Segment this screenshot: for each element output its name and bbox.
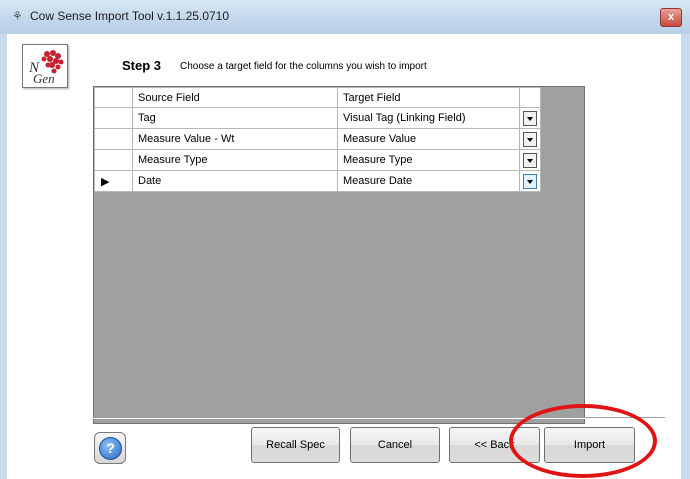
close-button[interactable]: x <box>660 8 682 27</box>
target-field-dropdown[interactable] <box>519 107 541 129</box>
target-field-dropdown[interactable] <box>519 149 541 171</box>
row-selector[interactable] <box>94 149 133 171</box>
dialog-body: N Gen Step 3 Choose a target field for t… <box>7 34 681 479</box>
help-button[interactable]: ? <box>94 432 126 464</box>
column-header-source[interactable]: Source Field <box>132 87 338 108</box>
row-header-corner <box>94 87 133 108</box>
chevron-down-icon[interactable] <box>523 110 537 126</box>
row-selector[interactable] <box>94 107 133 129</box>
window-frame-right <box>681 34 690 479</box>
target-field-cell[interactable]: Measure Date <box>337 170 520 192</box>
title-bar: ⚘ Cow Sense Import Tool v.1.1.25.0710 x <box>0 0 690 35</box>
target-field-cell[interactable]: Measure Value <box>337 128 520 150</box>
svg-text:Gen: Gen <box>33 71 55 86</box>
cancel-button[interactable]: Cancel <box>350 427 440 463</box>
app-icon: ⚘ <box>12 9 23 23</box>
chevron-down-icon[interactable] <box>523 173 537 189</box>
column-header-dropdown <box>519 87 541 108</box>
source-field-cell[interactable]: Tag <box>132 107 338 129</box>
current-row-indicator-icon[interactable]: ▶ <box>94 170 133 192</box>
help-icon: ? <box>99 437 122 460</box>
recall-spec-button[interactable]: Recall Spec <box>251 427 340 463</box>
field-mapping-grid[interactable]: Source Field Target Field Tag Visual Tag… <box>93 86 585 424</box>
column-header-target[interactable]: Target Field <box>337 87 520 108</box>
table-row[interactable]: Tag Visual Tag (Linking Field) <box>94 107 541 129</box>
source-field-cell[interactable]: Measure Type <box>132 149 338 171</box>
step-description: Choose a target field for the columns yo… <box>180 61 427 72</box>
step-title: Step 3 <box>122 58 162 73</box>
chevron-down-icon[interactable] <box>523 152 537 168</box>
window-frame-left <box>0 34 7 479</box>
target-field-dropdown[interactable] <box>519 128 541 150</box>
table-row[interactable]: Measure Type Measure Type <box>94 149 541 171</box>
source-field-cell[interactable]: Date <box>132 170 338 192</box>
company-logo: N Gen <box>22 44 68 88</box>
chevron-down-icon[interactable] <box>523 131 537 147</box>
row-selector[interactable] <box>94 128 133 150</box>
table-row[interactable]: Measure Value - Wt Measure Value <box>94 128 541 150</box>
target-field-cell[interactable]: Visual Tag (Linking Field) <box>337 107 520 129</box>
target-field-cell[interactable]: Measure Type <box>337 149 520 171</box>
target-field-dropdown[interactable] <box>519 170 541 192</box>
table-row-current[interactable]: ▶ Date Measure Date <box>94 170 541 192</box>
grid-header-row: Source Field Target Field <box>94 87 541 108</box>
window-title: Cow Sense Import Tool v.1.1.25.0710 <box>30 9 230 23</box>
source-field-cell[interactable]: Measure Value - Wt <box>132 128 338 150</box>
highlight-annotation-ellipse <box>509 404 657 478</box>
